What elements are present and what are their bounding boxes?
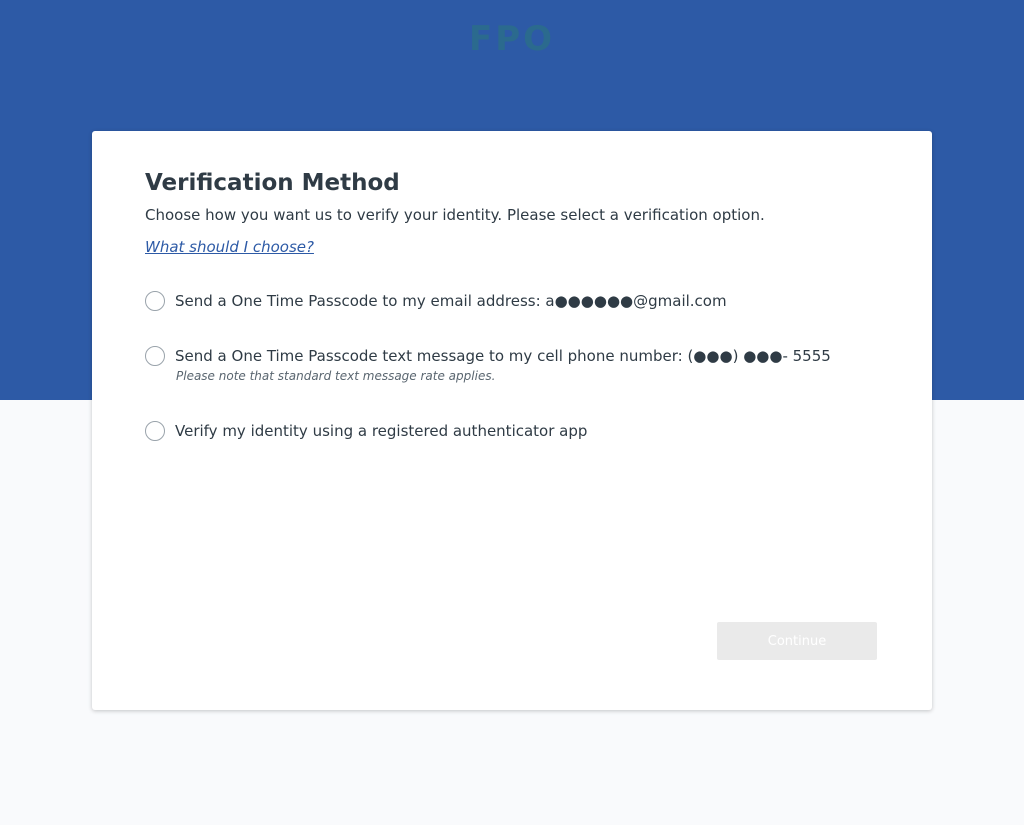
what-should-i-choose-link[interactable]: What should I choose? <box>145 237 314 257</box>
radio-authenticator-app[interactable] <box>145 421 165 441</box>
page-subtitle: Choose how you want us to verify your id… <box>145 206 765 224</box>
option-authenticator-label: Verify my identity using a registered au… <box>175 422 588 440</box>
radio-sms-passcode[interactable] <box>145 346 165 366</box>
radio-email-passcode[interactable] <box>145 291 165 311</box>
page-title: Verification Method <box>145 170 400 196</box>
continue-button[interactable]: Continue <box>717 622 877 660</box>
option-email-passcode[interactable]: Send a One Time Passcode to my email add… <box>145 290 727 312</box>
option-sms-note: Please note that standard text message r… <box>176 369 496 383</box>
option-authenticator-app[interactable]: Verify my identity using a registered au… <box>145 420 587 442</box>
option-email-label: Send a One Time Passcode to my email add… <box>175 292 727 310</box>
option-sms-passcode[interactable]: Send a One Time Passcode text message to… <box>145 345 831 384</box>
logo: FPO <box>468 19 556 59</box>
option-sms-label: Send a One Time Passcode text message to… <box>175 347 831 365</box>
verification-card: Verification Method Choose how you want … <box>92 131 932 710</box>
